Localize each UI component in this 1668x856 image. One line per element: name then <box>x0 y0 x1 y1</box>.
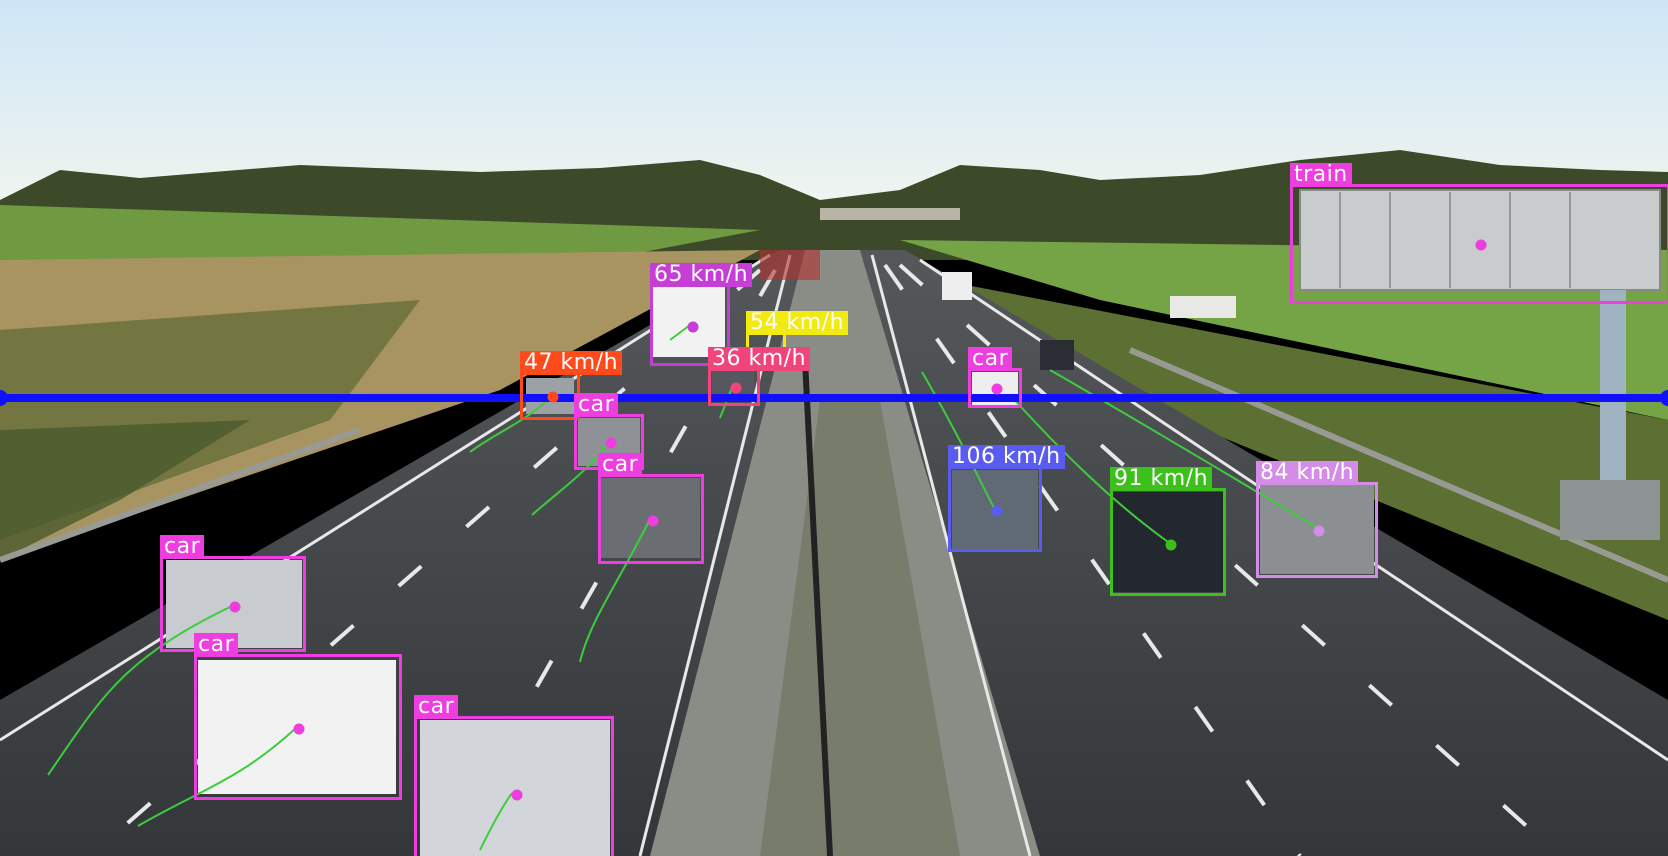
counting-line <box>0 390 1668 406</box>
motorway-scene <box>0 0 1668 856</box>
tracking-frame: train 65 km/h 54 km/h 47 km/h 36 km/h ca… <box>0 0 1668 856</box>
